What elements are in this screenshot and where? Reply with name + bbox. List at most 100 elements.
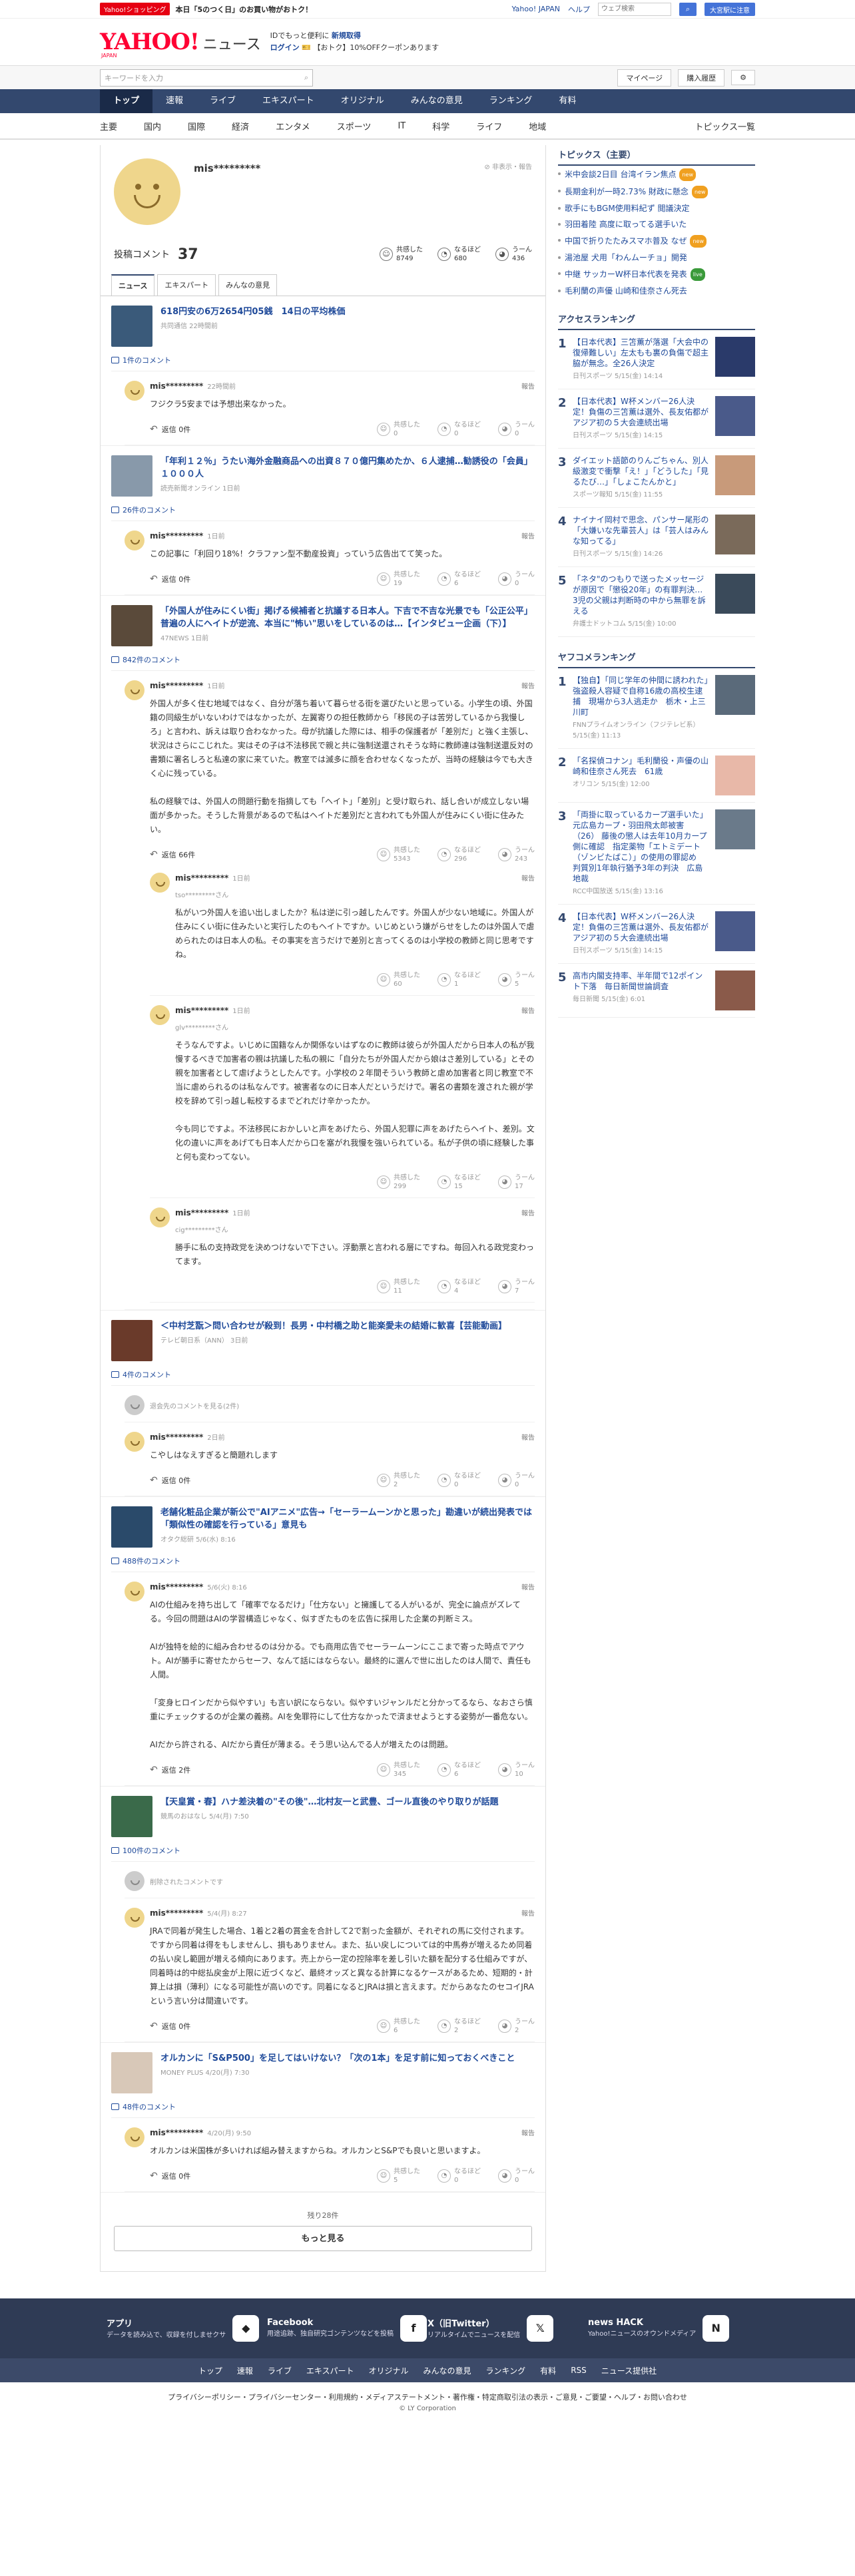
- hide-report-link[interactable]: ⊘ 非表示・報告: [484, 161, 532, 171]
- report-link[interactable]: 報告: [521, 1908, 535, 1918]
- naruhodo,◔-button[interactable]: ◔ なるほど 0: [437, 421, 481, 438]
- article-header[interactable]: 老舗化粧品企業が新公で"AIアニメ"広告→「セーラームーンかと思った」勘違いが続…: [111, 1506, 535, 1548]
- reply-toggle[interactable]: ↶ 返信 2件: [150, 1765, 190, 1775]
- comment-username[interactable]: mis*********: [150, 1908, 203, 1918]
- gnav-ranking[interactable]: ランキング: [476, 89, 546, 113]
- naruhodo,◔-button[interactable]: ◔ なるほど 15: [437, 1174, 481, 1191]
- hmm,◕-button[interactable]: ◕ うーん 7: [498, 1278, 535, 1295]
- gnav-flash[interactable]: 速報: [152, 89, 196, 113]
- gnav-original[interactable]: オリジナル: [328, 89, 398, 113]
- article-header[interactable]: 【天皇賞・春】ハナ差決着の"その後"…北村友一と武豊、ゴール直後のやり取りが話題…: [111, 1796, 535, 1837]
- article-title[interactable]: オルカンに「S&P500」を足してはいけない？「次の1本」を足す前に知っておくべ…: [160, 2052, 515, 2065]
- purchase-history-button[interactable]: 購入履歴: [678, 69, 725, 87]
- topic-item[interactable]: 長期金利が一時2.73% 財政に懸念 new: [558, 183, 755, 200]
- ranking-title[interactable]: ダイエット語節のりんごちゃん、別人級激変で衝撃「え！」「どうした」「見るたび…」…: [573, 455, 710, 487]
- topic-item[interactable]: 毛利蘭の声優 山崎和佳奈さん死去: [558, 283, 755, 299]
- ranking-item[interactable]: 3 「両掛に取っているカープ選手いた」元広島カープ・羽田飛太郎被害（26） 藤後の…: [558, 803, 755, 905]
- keyword-search-input[interactable]: キーワードを入力 ⌕: [100, 69, 313, 87]
- shopping-promo[interactable]: 本日「5のつく日」のお買い物がおトク！: [175, 4, 312, 15]
- yahoo-japan-link[interactable]: Yahoo! JAPAN: [511, 5, 560, 13]
- empathy,☺-button[interactable]: ☺ 共感した 5343: [377, 846, 420, 863]
- empathy,☺-button[interactable]: ☺ 共感した 6: [377, 2018, 420, 2035]
- empathy,☺-button[interactable]: ☺ 共感した 11: [377, 1278, 420, 1295]
- hmm,◕-button[interactable]: ◕ うーん 17: [498, 1174, 535, 1191]
- ranking-title[interactable]: ナイナイ岡村で思念、パンサー尾形の「大嫌いな先輩芸人」は「芸人はみんな知ってる」: [573, 515, 710, 546]
- cat-life[interactable]: ライフ: [476, 120, 502, 132]
- comment-username[interactable]: mis*********: [150, 2128, 203, 2137]
- footer-nav-item[interactable]: 速報: [237, 2365, 253, 2376]
- comment-count-link[interactable]: 842件のコメント: [111, 646, 535, 671]
- reply-parent-user[interactable]: mis*********: [175, 1208, 228, 1217]
- cat-main[interactable]: 主要: [100, 120, 117, 132]
- reply-toggle[interactable]: ↶ 返信 0件: [150, 574, 190, 584]
- naruhodo,◔-button[interactable]: ◔ なるほど 4: [437, 1278, 481, 1295]
- article-header[interactable]: 618円安の6万2654円05銭 14日の平均株価 共同通信 22時間前: [111, 306, 535, 347]
- ranking-thumbnail[interactable]: [715, 574, 755, 614]
- cat-sports[interactable]: スポーツ: [337, 120, 372, 132]
- comment-count-link[interactable]: 100件のコメント: [111, 1837, 535, 1862]
- gear-icon[interactable]: ⚙: [731, 70, 755, 85]
- ranking-item[interactable]: 5 「ネタ"のつもりで送ったメッセージが原因で「懲役20年」の有罪判決… 3児の父…: [558, 567, 755, 637]
- app-promo-item[interactable]: X（旧Twitter） リアルタイムでニュースを配信 𝕏: [428, 2315, 588, 2342]
- ranking-title[interactable]: 【日本代表】W杯メンバー26人決定！負傷の三笘薫は選外、長友佑都がアジア初の５大…: [573, 911, 710, 943]
- empathy,☺-button[interactable]: ☺ 共感した 345: [377, 1761, 420, 1779]
- article-thumbnail[interactable]: [111, 2052, 152, 2093]
- tab-expert[interactable]: エキスパート: [157, 274, 216, 296]
- ranking-item[interactable]: 1 【日本代表】三笘薫が落選「大会中の復帰難しい」左太もも裏の負傷で超主脇が無念。…: [558, 330, 755, 389]
- help-link[interactable]: ヘルプ: [568, 4, 590, 15]
- ranking-item[interactable]: 3 ダイエット語節のりんごちゃん、別人級激変で衝撃「え！」「どうした」「見るたび……: [558, 449, 755, 508]
- article-header[interactable]: オルカンに「S&P500」を足してはいけない？「次の1本」を足す前に知っておくべ…: [111, 2052, 535, 2093]
- ranking-title[interactable]: 「ネタ"のつもりで送ったメッセージが原因で「懲役20年」の有罪判決… 3児の父親…: [573, 574, 710, 616]
- cat-local[interactable]: 地域: [529, 120, 546, 132]
- naruhodo,◔-button[interactable]: ◔ なるほど 6: [437, 570, 481, 588]
- ranking-title[interactable]: 高市内閣支持率、半年間で12ポイント下落 毎日新聞世論調査: [573, 970, 710, 992]
- naruhodo,◔-button[interactable]: ◔ なるほど 1: [437, 971, 481, 988]
- footer-nav-item[interactable]: みんなの意見: [424, 2365, 471, 2376]
- hmm,◕-button[interactable]: ◕ うーん 0: [498, 1472, 535, 1489]
- web-search-input[interactable]: [598, 2, 671, 16]
- footer-nav-item[interactable]: RSS: [571, 2366, 587, 2375]
- footer-nav-item[interactable]: エキスパート: [306, 2365, 354, 2376]
- comment-username[interactable]: mis*********: [150, 531, 203, 540]
- hmm,◕-button[interactable]: ◕ うーん 0: [498, 421, 535, 438]
- comment-username[interactable]: mis*********: [150, 1432, 203, 1442]
- article-title[interactable]: 【天皇賞・春】ハナ差決着の"その後"…北村友一と武豊、ゴール直後のやり取りが話題: [160, 1796, 499, 1809]
- ranking-thumbnail[interactable]: [715, 396, 755, 436]
- footer-nav-item[interactable]: トップ: [198, 2365, 222, 2376]
- tab-news[interactable]: ニュース: [111, 274, 155, 296]
- naruhodo,◔-button[interactable]: ◔ なるほど 6: [437, 1761, 481, 1779]
- footer-nav-item[interactable]: ライブ: [268, 2365, 292, 2376]
- naruhodo,◔-button[interactable]: ◔ なるほど 2: [437, 2018, 481, 2035]
- footer-nav-item[interactable]: ニュース提供社: [601, 2365, 657, 2376]
- report-link[interactable]: 報告: [521, 2127, 535, 2137]
- article-title[interactable]: ＜中村芝翫＞問い合わせが殺到！長男・中村橋之助と能楽愛未の結婚に歓喜【芸能動画】: [160, 1320, 507, 1333]
- topic-item[interactable]: 中国で折りたたみスマホ普及 なぜ new: [558, 232, 755, 250]
- load-more-button[interactable]: もっと見る: [114, 2226, 532, 2251]
- topic-item[interactable]: 羽田着陸 高度に取ってる選手いた: [558, 216, 755, 232]
- hmm,◕-button[interactable]: ◕ うーん 243: [498, 846, 535, 863]
- cat-science[interactable]: 科学: [432, 120, 449, 132]
- topic-item[interactable]: 歌手にもBGM使用料紀ず 閲議決定: [558, 200, 755, 216]
- shopping-badge[interactable]: Yahoo!ショッピング: [100, 3, 170, 15]
- register-link[interactable]: 新規取得: [332, 31, 361, 40]
- search-icon[interactable]: ⌕: [304, 73, 308, 83]
- article-thumbnail[interactable]: [111, 455, 152, 497]
- article-title[interactable]: 老舗化粧品企業が新公で"AIアニメ"広告→「セーラームーンかと思った」勘違いが続…: [160, 1506, 535, 1532]
- ranking-title[interactable]: 「両掛に取っているカープ選手いた」元広島カープ・羽田飛太郎被害（26） 藤後の懲…: [573, 809, 710, 884]
- hmm,◕-button[interactable]: ◕ うーん 0: [498, 570, 535, 588]
- ranking-thumbnail[interactable]: [715, 911, 755, 951]
- app-promo-item[interactable]: Facebook 用途追跡、独自研究ゴンテンツなどを投稿 f: [267, 2315, 428, 2342]
- comment-count-link[interactable]: 26件のコメント: [111, 497, 535, 521]
- report-link[interactable]: 報告: [521, 1005, 535, 1015]
- report-link[interactable]: 報告: [521, 531, 535, 540]
- naruhodo,◔-button[interactable]: ◔ なるほど 296: [437, 846, 481, 863]
- ranking-item[interactable]: 2 「名探偵コナン」毛利蘭役・声優の山崎和佳奈さん死去 61歳 オリコン 5/15(…: [558, 749, 755, 803]
- reply-parent-user[interactable]: mis*********: [175, 873, 228, 883]
- comment-count-link[interactable]: 4件のコメント: [111, 1361, 535, 1386]
- app-promo-item[interactable]: news HACK Yahoo!ニュースのオウンドメディア N: [588, 2315, 748, 2342]
- ranking-item[interactable]: 2 【日本代表】W杯メンバー26人決定！負傷の三笘薫は選外、長友佑都がアジア初の５…: [558, 389, 755, 449]
- cat-it[interactable]: IT: [398, 121, 406, 131]
- cat-domestic[interactable]: 国内: [144, 120, 161, 132]
- empathy,☺-button[interactable]: ☺ 共感した 5: [377, 2167, 420, 2185]
- empathy,☺-button[interactable]: ☺ 共感した 60: [377, 971, 420, 988]
